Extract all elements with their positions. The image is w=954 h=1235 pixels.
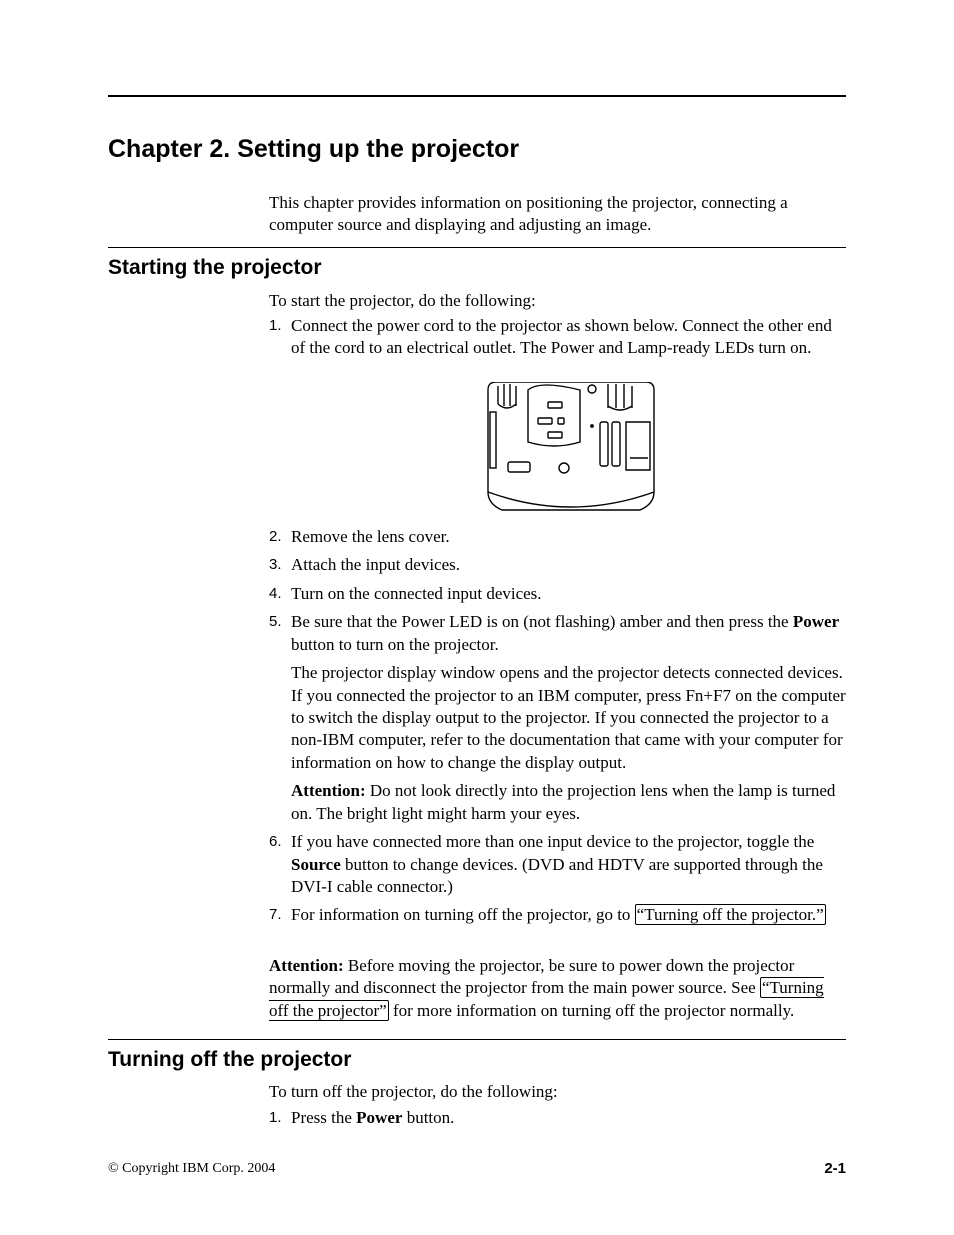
page: Chapter 2. Setting up the projector This… xyxy=(0,0,954,1235)
ordered-list: 1. Press the Power button. xyxy=(269,1107,846,1135)
cross-reference-link[interactable]: “Turning off the projector.” xyxy=(635,904,826,925)
text-run: Be sure that the Power LED is on (not fl… xyxy=(291,612,793,631)
text-run: If you have connected more than one inpu… xyxy=(291,832,814,851)
section-intro: To turn off the projector, do the follow… xyxy=(269,1082,846,1102)
bold-text: Power xyxy=(356,1108,402,1127)
text-run: button to turn on the projector. xyxy=(291,635,499,654)
text-run: For information on turning off the proje… xyxy=(291,905,635,924)
text-run: for more information on turning off the … xyxy=(389,1001,795,1020)
list-item: 7. For information on turning off the pr… xyxy=(269,904,846,926)
bold-text: Source xyxy=(291,855,341,874)
list-number: 6. xyxy=(269,831,291,898)
top-rule xyxy=(108,95,846,97)
paragraph: The projector display window opens and t… xyxy=(291,662,846,774)
bold-text: Power xyxy=(793,612,839,631)
list-number: 3. xyxy=(269,554,291,576)
list-item: 6. If you have connected more than one i… xyxy=(269,831,846,898)
text-run: Press the xyxy=(291,1108,356,1127)
attention-text: Do not look directly into the projection… xyxy=(291,781,835,822)
list-number: 1. xyxy=(269,1107,291,1129)
text-run: button to change devices. (DVD and HDTV … xyxy=(291,855,823,896)
list-number: 4. xyxy=(269,583,291,605)
projector-rear-diagram xyxy=(480,382,662,524)
section-intro: To start the projector, do the following… xyxy=(269,290,846,312)
text-run: button. xyxy=(402,1108,454,1127)
section-heading: Starting the projector xyxy=(108,256,322,280)
list-text: Turn on the connected input devices. xyxy=(291,583,846,605)
list-text: Attach the input devices. xyxy=(291,554,846,576)
footer-page-number: 2-1 xyxy=(824,1160,846,1177)
list-number: 5. xyxy=(269,611,291,825)
section-rule xyxy=(108,247,846,248)
list-number: 2. xyxy=(269,526,291,548)
chapter-intro: This chapter provides information on pos… xyxy=(269,192,846,237)
footer-copyright: © Copyright IBM Corp. 2004 xyxy=(108,1161,275,1177)
chapter-title: Chapter 2. Setting up the projector xyxy=(108,135,519,164)
section-rule xyxy=(108,1039,846,1040)
list-item: 3. Attach the input devices. xyxy=(269,554,846,576)
list-text: If you have connected more than one inpu… xyxy=(291,831,846,898)
list-number: 1. xyxy=(269,315,291,360)
list-text: Remove the lens cover. xyxy=(291,526,846,548)
list-item: 1. Press the Power button. xyxy=(269,1107,846,1129)
list-number: 7. xyxy=(269,904,291,926)
attention-note: Attention: Do not look directly into the… xyxy=(291,780,846,825)
list-text: Press the Power button. xyxy=(291,1107,846,1129)
list-item: 1. Connect the power cord to the project… xyxy=(269,315,846,360)
list-text: For information on turning off the proje… xyxy=(291,904,846,926)
attention-block: Attention: Before moving the projector, … xyxy=(269,955,846,1022)
list-item: 2. Remove the lens cover. xyxy=(269,526,846,548)
attention-label: Attention: xyxy=(291,781,366,800)
list-text: Be sure that the Power LED is on (not fl… xyxy=(291,611,846,825)
text-run: Before moving the projector, be sure to … xyxy=(269,956,794,997)
section-heading: Turning off the projector xyxy=(108,1048,351,1072)
list-text: Connect the power cord to the projector … xyxy=(291,315,846,360)
attention-label: Attention: xyxy=(269,956,344,975)
list-item: 5. Be sure that the Power LED is on (not… xyxy=(269,611,846,825)
list-item: 4. Turn on the connected input devices. xyxy=(269,583,846,605)
